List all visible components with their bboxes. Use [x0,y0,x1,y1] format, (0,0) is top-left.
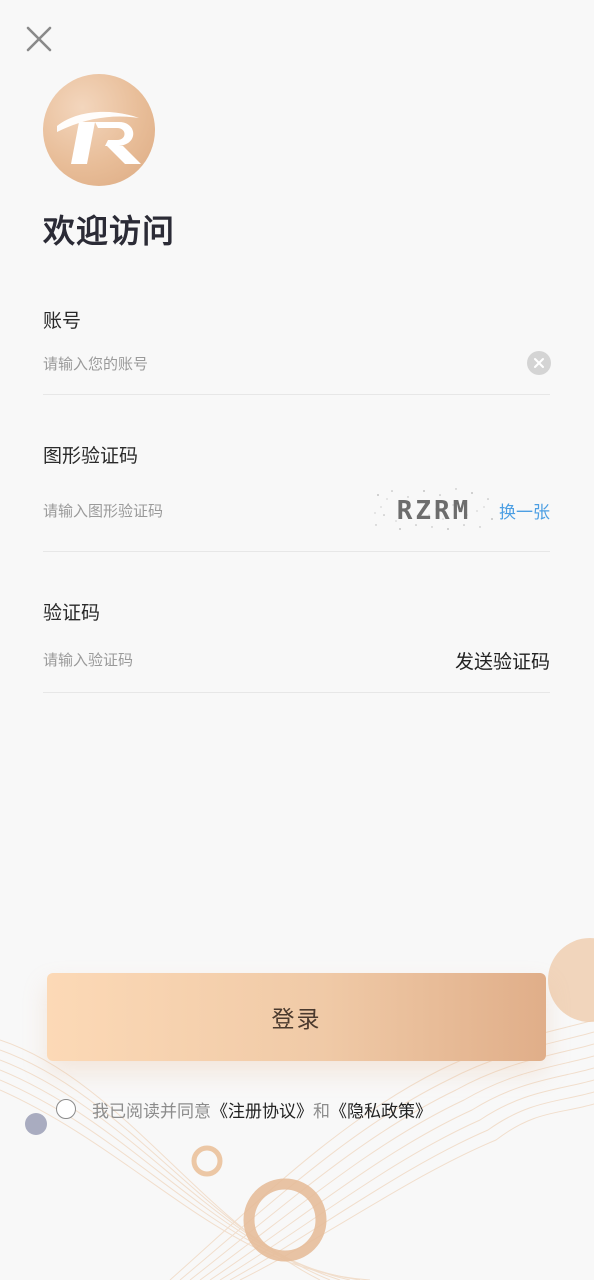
privacy-link[interactable]: 《隐私政策》 [330,1097,432,1122]
clear-icon [534,358,544,368]
page-title: 欢迎访问 [43,212,176,250]
sms-code-label: 验证码 [43,602,101,624]
refresh-captcha-link[interactable]: 换一张 [499,498,550,523]
sms-code-divider [43,692,550,693]
captcha-label: 图形验证码 [43,445,139,467]
agreement-text: 我已阅读并同意 [92,1101,211,1122]
account-label: 账号 [43,310,82,332]
captcha-image[interactable]: RZRM [372,485,496,533]
sms-code-input[interactable] [43,642,403,678]
terms-link[interactable]: 《注册协议》 [211,1097,313,1122]
clear-account-button[interactable] [527,351,551,375]
captcha-text: RZRM [397,496,472,526]
login-button[interactable]: 登录 [47,973,546,1061]
account-input[interactable] [43,346,513,382]
close-button[interactable] [22,22,56,56]
account-divider [43,394,550,395]
r-logo [57,111,141,164]
agreement-checkbox[interactable] [56,1099,76,1119]
agreement-and: 和 [313,1101,330,1122]
decorative-background [0,900,594,1280]
agreement-row: 我已阅读并同意 《注册协议》 和 《隐私政策》 [56,1097,432,1122]
send-code-button[interactable]: 发送验证码 [455,647,550,674]
captcha-divider [43,551,550,552]
app-logo [43,74,155,186]
close-icon [26,26,52,52]
captcha-input[interactable] [43,493,363,529]
